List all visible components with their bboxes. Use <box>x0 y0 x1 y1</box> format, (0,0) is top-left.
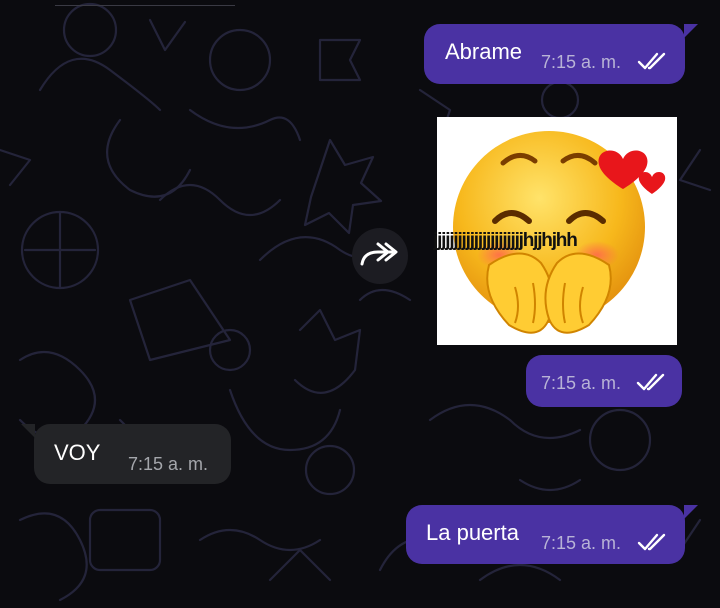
forward-button[interactable] <box>352 228 408 284</box>
bubble-tail <box>21 424 35 438</box>
message-bubble-incoming[interactable]: VOY 7:15 a. m. <box>34 424 231 484</box>
message-time: 7:15 a. m. <box>541 373 622 393</box>
double-check-icon <box>637 52 666 70</box>
bubble-tail <box>684 24 698 38</box>
message-time: 7:15 a. m. <box>541 533 622 553</box>
double-check-icon <box>636 373 665 391</box>
message-text: Abrame <box>445 39 523 64</box>
message-text: La puerta <box>426 520 519 545</box>
message-time: 7:15 a. m. <box>128 454 209 474</box>
message-bubble-outgoing[interactable]: Abrame 7:15 a. m. <box>424 24 685 84</box>
sticker-caption: jjjjjjjjjjjjjjjjjjjjjjhjjhjhh <box>433 230 578 251</box>
double-check-icon <box>637 533 666 551</box>
message-bubble-outgoing[interactable]: La puerta 7:15 a. m. <box>406 505 685 564</box>
top-divider <box>55 5 235 6</box>
message-text: VOY <box>54 440 101 465</box>
message-bubble-outgoing[interactable]: 7:15 a. m. <box>526 355 682 407</box>
bubble-tail <box>684 505 698 519</box>
message-time: 7:15 a. m. <box>541 52 622 72</box>
forward-icon <box>360 242 398 266</box>
